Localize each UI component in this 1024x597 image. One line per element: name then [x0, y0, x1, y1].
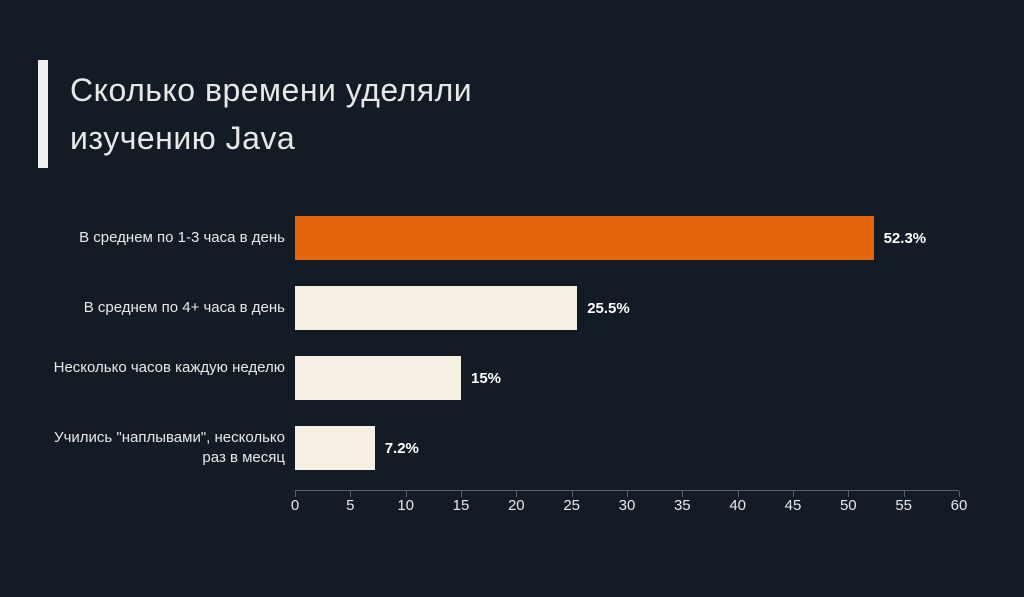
x-tick: 0 [291, 497, 299, 514]
bar-value-label: 52.3% [884, 230, 927, 247]
x-tick: 20 [508, 497, 525, 514]
bar-row: 25.5% [295, 286, 959, 330]
bar-row: 7.2% [295, 426, 959, 470]
plot-area: 52.3% 25.5% 15% 7.2% [295, 210, 959, 490]
bar-row: 52.3% [295, 216, 959, 260]
x-tick: 45 [785, 497, 802, 514]
x-tick: 60 [951, 497, 968, 514]
category-label: В среднем по 1-3 часа в день [49, 228, 285, 248]
x-axis: 0 5 10 15 20 25 30 35 40 45 50 55 60 [295, 490, 959, 491]
x-tick: 50 [840, 497, 857, 514]
title-accent-bar [38, 60, 48, 168]
chart-title-block: Сколько времени уделяли изучению Java [0, 0, 1024, 168]
bar [295, 286, 577, 330]
x-tick: 15 [453, 497, 470, 514]
x-tick: 5 [346, 497, 354, 514]
bar [295, 216, 874, 260]
bar-row: 15% [295, 356, 959, 400]
chart-title: Сколько времени уделяли изучению Java [70, 60, 570, 168]
chart-container: В среднем по 1-3 часа в день 52.3% 25.5%… [49, 210, 989, 550]
x-tick: 35 [674, 497, 691, 514]
bar [295, 356, 461, 400]
bar-value-label: 25.5% [587, 300, 630, 317]
category-label: В среднем по 4+ часа в день [49, 298, 285, 318]
category-label: Учились "наплывами", несколько раз в мес… [49, 428, 285, 469]
x-tick: 30 [619, 497, 636, 514]
x-tick: 25 [563, 497, 580, 514]
bar-value-label: 7.2% [385, 440, 419, 457]
bar [295, 426, 375, 470]
category-label: Несколько часов каждую неделю [49, 358, 285, 378]
x-tick: 40 [729, 497, 746, 514]
x-tick: 10 [397, 497, 414, 514]
x-tick: 55 [895, 497, 912, 514]
bar-value-label: 15% [471, 370, 501, 387]
